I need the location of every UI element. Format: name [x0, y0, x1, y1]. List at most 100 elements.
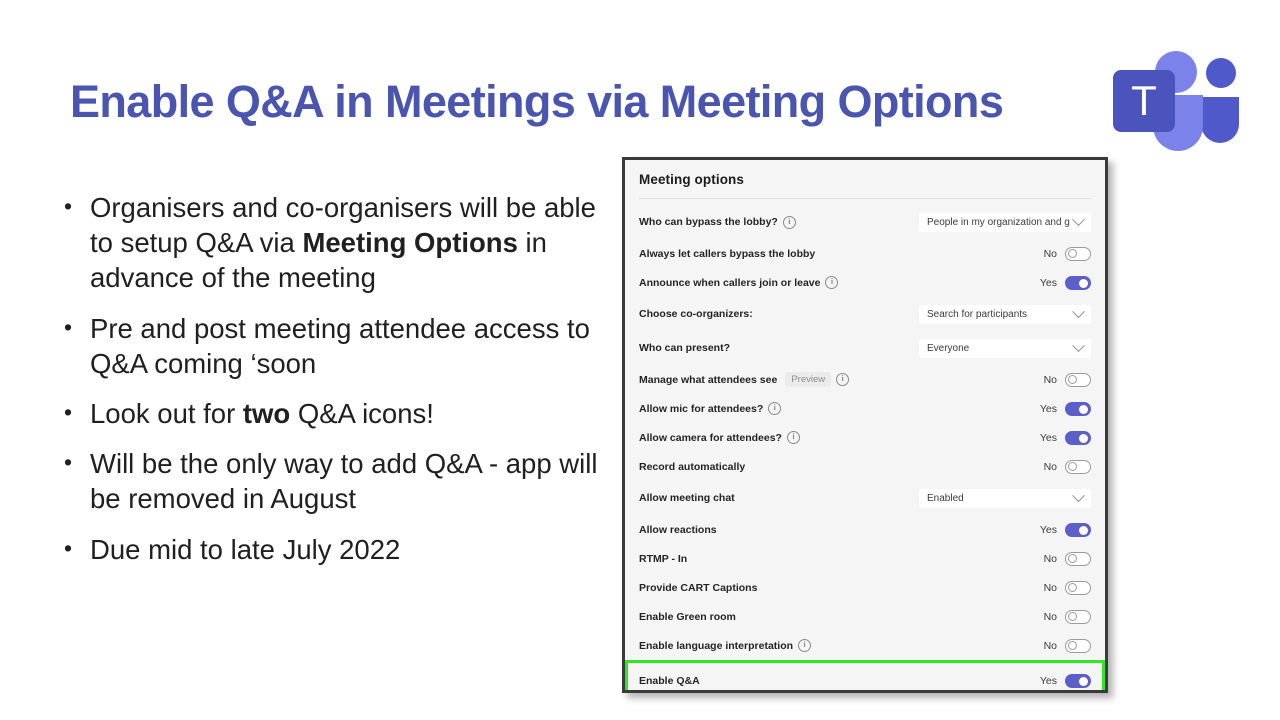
toggle-knob — [1068, 612, 1077, 622]
option-label-group: Allow mic for attendees? — [639, 402, 782, 415]
info-icon[interactable] — [786, 431, 800, 444]
option-label: Always let callers bypass the lobby — [639, 247, 816, 260]
option-label-group: Enable Q&A — [639, 675, 700, 687]
info-icon[interactable] — [836, 373, 850, 386]
toggle-knob — [1079, 433, 1088, 443]
option-label: Who can present? — [639, 342, 731, 354]
option-label-group: Provide CART Captions — [639, 582, 757, 594]
option-row: Announce when callers join or leave Yes — [639, 268, 1091, 297]
option-label-group: Announce when callers join or leave — [639, 276, 839, 289]
dialog-header: Meeting options — [625, 160, 1105, 187]
option-label-group: Choose co-organizers: — [639, 308, 753, 320]
toggle-switch[interactable] — [1065, 638, 1091, 653]
option-label-group: Who can present? — [639, 342, 730, 354]
dropdown[interactable]: Enabled — [919, 488, 1091, 508]
toggle-switch[interactable] — [1065, 401, 1091, 416]
toggle-switch[interactable] — [1065, 275, 1091, 290]
chevron-down-icon — [1072, 212, 1085, 226]
toggle-switch[interactable] — [1065, 551, 1091, 566]
option-label-group: Who can bypass the lobby? — [639, 215, 796, 229]
option-label-group: Record automatically — [639, 461, 745, 473]
toggle-switch[interactable] — [1065, 459, 1091, 474]
option-label-group: RTMP - In — [639, 553, 687, 565]
option-control: No — [1043, 551, 1091, 566]
dropdown-value: People in my organization and g... — [927, 216, 1070, 228]
preview-badge: Preview — [785, 372, 832, 387]
toggle-knob — [1079, 278, 1088, 288]
option-control: Everyone — [919, 338, 1091, 358]
option-label-group: Always let callers bypass the lobby — [639, 248, 815, 260]
toggle-switch[interactable] — [1065, 522, 1091, 537]
meeting-options-dialog: Meeting options Who can bypass the lobby… — [622, 157, 1108, 693]
option-label: Allow reactions — [639, 523, 717, 536]
bullet-item: • Organisers and co-organisers will be ab… — [64, 190, 624, 296]
bullet-emphasis: Meeting Options — [302, 227, 518, 259]
dropdown[interactable]: Everyone — [919, 338, 1091, 358]
bullet-marker-icon: • — [64, 534, 73, 561]
option-row: Allow meeting chat Enabled — [639, 481, 1091, 515]
toggle-switch[interactable] — [1065, 246, 1091, 261]
toggle-value-label: No — [1043, 639, 1057, 652]
toggle-value-label: No — [1043, 247, 1057, 260]
option-row: Allow mic for attendees? Yes — [639, 394, 1091, 423]
toggle-switch[interactable] — [1065, 609, 1091, 624]
info-icon[interactable] — [782, 215, 796, 229]
toggle-switch[interactable] — [1065, 430, 1091, 445]
teams-person-head-right — [1206, 58, 1236, 88]
bullet-emphasis: two — [242, 397, 291, 429]
option-label-group: Manage what attendees see Preview — [639, 372, 850, 387]
dropdown-value: Enabled — [927, 492, 964, 504]
bullet-segment: Q&A icons! — [290, 397, 434, 429]
toggle-knob — [1068, 583, 1077, 593]
bullet-item: • Pre and post meeting attendee access to… — [64, 311, 624, 381]
toggle-value-label: No — [1043, 460, 1057, 473]
toggle-value-label: Yes — [1039, 276, 1057, 289]
option-row: Who can bypass the lobby? People in my or… — [639, 205, 1091, 239]
page-title: Enable Q&A in Meetings via Meeting Optio… — [70, 76, 1004, 127]
bullet-segment: Due mid to late July 2022 — [90, 533, 401, 565]
option-label-group: Allow camera for attendees? — [639, 431, 800, 444]
info-icon[interactable] — [825, 276, 839, 289]
bullet-marker-icon: • — [64, 449, 73, 476]
option-control: Yes — [1040, 522, 1091, 537]
toggle-knob — [1068, 375, 1077, 385]
chevron-down-icon — [1072, 488, 1085, 502]
dropdown-value: Search for participants — [927, 308, 1028, 320]
toggle-knob — [1079, 525, 1088, 535]
toggle-knob — [1079, 676, 1088, 686]
option-row-highlighted: Enable Q&A Yes — [625, 660, 1105, 690]
option-row: Record automatically No — [639, 452, 1091, 481]
bullet-text: Due mid to late July 2022 — [90, 532, 624, 567]
info-icon[interactable] — [798, 639, 812, 652]
toggle-switch[interactable] — [1065, 372, 1091, 387]
dropdown-value: Everyone — [927, 342, 970, 354]
option-row: Enable language interpretation No — [639, 631, 1091, 660]
info-icon[interactable] — [768, 402, 782, 415]
bullet-marker-icon: • — [64, 398, 73, 425]
dropdown[interactable]: People in my organization and g... — [919, 212, 1091, 232]
option-label: Announce when callers join or leave — [639, 276, 821, 289]
option-label: Who can bypass the lobby? — [639, 216, 778, 228]
option-control: Yes — [1039, 275, 1091, 290]
chevron-down-icon — [1072, 338, 1085, 352]
option-label: Record automatically — [639, 460, 746, 473]
toggle-knob — [1068, 641, 1077, 651]
bullet-text: Organisers and co-organisers will be abl… — [90, 190, 624, 296]
option-row: Allow reactions Yes — [639, 515, 1091, 544]
option-control: No — [1043, 609, 1091, 624]
microsoft-teams-logo: T — [1105, 42, 1245, 152]
dialog-title: Meeting options — [639, 172, 744, 187]
toggle-switch[interactable] — [1065, 580, 1091, 595]
option-label-group: Allow meeting chat — [639, 492, 735, 504]
toggle-switch[interactable] — [1065, 673, 1091, 688]
teams-person-body-right — [1201, 97, 1239, 143]
toggle-value-label: Yes — [1039, 402, 1057, 415]
bullet-text: Will be the only way to add Q&A - app wi… — [90, 446, 624, 516]
option-control: Search for participants — [919, 304, 1091, 324]
toggle-value-label: No — [1043, 610, 1057, 623]
option-label: Provide CART Captions — [639, 581, 758, 594]
dropdown[interactable]: Search for participants — [919, 304, 1091, 324]
bullet-list: • Organisers and co-organisers will be ab… — [64, 190, 624, 582]
toggle-value-label: No — [1043, 552, 1057, 565]
option-control: No — [1043, 246, 1091, 261]
